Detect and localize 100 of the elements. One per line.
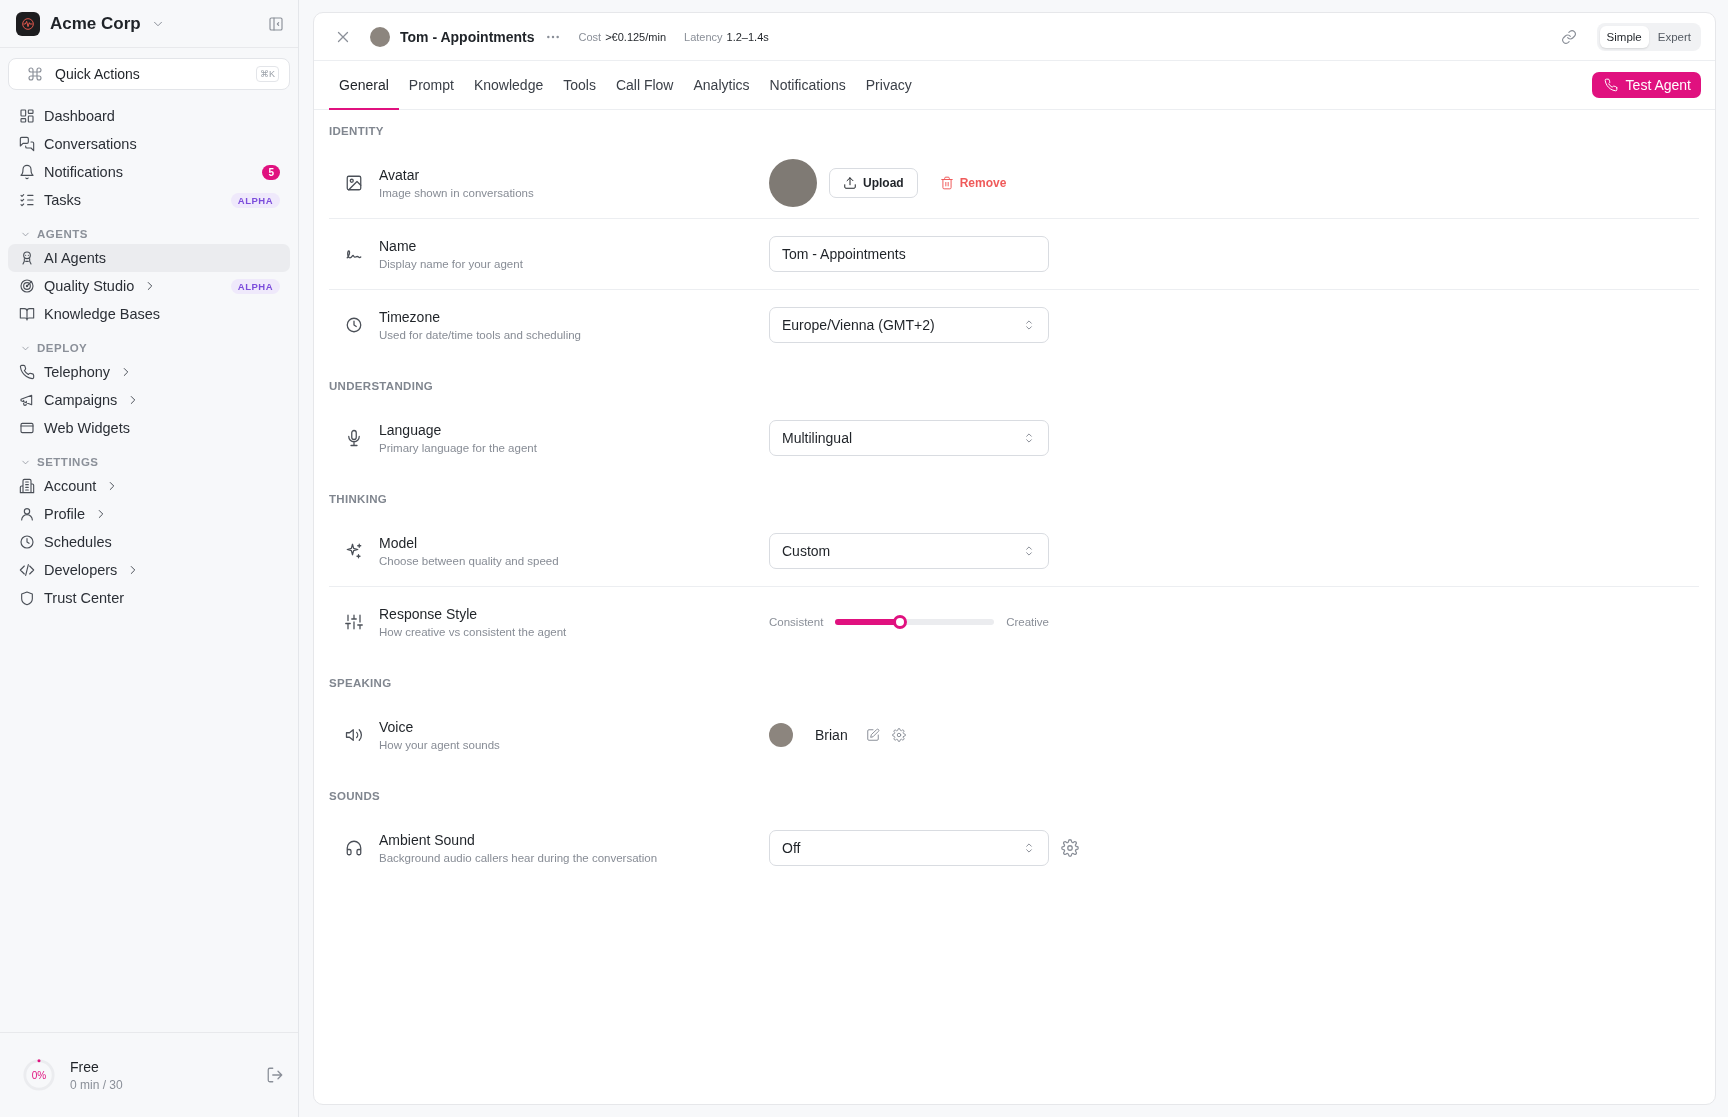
select-field[interactable]: Europe/Vienna (GMT+2)	[769, 307, 1049, 343]
badge: ALPHA	[230, 192, 280, 208]
field-description: Used for date/time tools and scheduling	[379, 329, 581, 341]
field-label: Voice	[379, 719, 415, 735]
keyboard-shortcut: ⌘K	[256, 66, 279, 82]
latency-value: 1.2–1.4s	[726, 30, 769, 43]
latency-label: Latency	[684, 30, 723, 43]
edit-icon[interactable]	[865, 728, 880, 742]
tab[interactable]: Analytics	[683, 61, 760, 110]
chat-bubbles-icon	[19, 136, 35, 152]
sidebar-toggle-icon[interactable]	[268, 15, 284, 32]
nav-item[interactable]: Profile	[8, 500, 290, 528]
nav-item[interactable]: Notifications 5	[8, 158, 290, 186]
mode-option[interactable]: Simple	[1599, 25, 1649, 48]
field-description: Image shown in conversations	[379, 187, 534, 199]
section-heading: IDENTITY	[329, 124, 385, 139]
test-agent-button[interactable]: Test Agent	[1591, 72, 1701, 98]
field-label: Avatar	[379, 167, 421, 183]
link-icon[interactable]	[1560, 28, 1577, 45]
nav-item[interactable]: Dashboard	[8, 102, 290, 130]
checklist-icon	[19, 192, 35, 208]
image-icon	[345, 174, 363, 192]
quick-actions-button[interactable]: Quick Actions ⌘K	[8, 58, 290, 90]
avatar-photo-placeholder	[769, 723, 793, 747]
name-input[interactable]: Tom - Appointments	[769, 236, 1049, 272]
section-heading: SOUNDS	[329, 789, 381, 804]
nav-item[interactable]: Conversations	[8, 130, 290, 158]
select-field[interactable]: Off	[769, 830, 1049, 866]
tab[interactable]: Tools	[553, 61, 606, 110]
nav-item[interactable]: Campaigns	[8, 386, 290, 414]
clock-icon	[19, 534, 35, 550]
field-label: Response Style	[379, 606, 479, 622]
upload-icon	[843, 176, 857, 190]
field-label: Language	[379, 422, 443, 438]
tab[interactable]: Knowledge	[463, 61, 554, 110]
cost-label: Cost	[578, 30, 602, 43]
select-field[interactable]: Custom	[769, 533, 1049, 569]
shield-icon	[19, 590, 35, 606]
agent-title: Tom - Appointments	[400, 28, 535, 45]
nav-item[interactable]: Trust Center	[8, 584, 290, 612]
mode-option[interactable]: Expert	[1650, 25, 1698, 48]
microphone-icon	[345, 429, 363, 447]
avatar-photo-placeholder	[370, 26, 390, 47]
phone-icon	[1603, 78, 1618, 92]
speaker-icon	[345, 726, 363, 744]
book-icon	[19, 306, 35, 322]
logout-icon[interactable]	[266, 1066, 284, 1084]
person-icon	[19, 506, 35, 522]
slider-min-label: Consistent	[769, 616, 824, 628]
usage-percent: 0%	[30, 1068, 48, 1083]
badge: ALPHA	[230, 278, 280, 294]
settings-icon[interactable]	[891, 728, 906, 742]
field-description: Display name for your agent	[379, 258, 523, 270]
nav-item[interactable]: AI Agents	[8, 244, 290, 272]
voice-name: Brian	[815, 727, 848, 743]
nav-item[interactable]: Account	[8, 472, 290, 500]
code-icon	[19, 562, 35, 578]
tab[interactable]: Notifications	[759, 61, 856, 110]
avatar-photo-placeholder	[769, 159, 817, 207]
section-heading: THINKING	[329, 492, 388, 507]
settings-icon[interactable]	[1061, 839, 1079, 857]
sparkles-icon	[345, 542, 363, 560]
window-icon	[19, 420, 35, 436]
badge: 5	[262, 164, 280, 180]
building-icon	[19, 478, 35, 494]
field-description: How your agent sounds	[379, 739, 500, 751]
nav-item[interactable]: Developers	[8, 556, 290, 584]
select-field[interactable]: Multilingual	[769, 420, 1049, 456]
plan-name: Free	[70, 1058, 100, 1075]
megaphone-icon	[19, 392, 35, 408]
sliders-icon	[345, 613, 363, 631]
tab[interactable]: Prompt	[398, 61, 464, 110]
tab[interactable]: General	[329, 61, 399, 110]
field-description: Choose between quality and speed	[379, 555, 559, 567]
field-label: Timezone	[379, 309, 441, 325]
tab[interactable]: Privacy	[855, 61, 922, 110]
logo-icon	[16, 11, 40, 36]
bell-icon	[19, 164, 35, 180]
headphones-icon	[345, 839, 363, 857]
clock-icon	[345, 316, 363, 334]
tab[interactable]: Call Flow	[605, 61, 684, 110]
org-name[interactable]: Acme Corp	[50, 13, 141, 34]
slider-max-label: Creative	[1006, 616, 1049, 628]
cost-value: >€0.125/min	[605, 30, 667, 43]
slider-thumb[interactable]	[893, 615, 908, 629]
nav-item[interactable]: Knowledge Bases	[8, 300, 290, 328]
field-description: Primary language for the agent	[379, 442, 537, 454]
section-heading: SPEAKING	[329, 676, 393, 691]
quick-actions-label: Quick Actions	[55, 66, 141, 82]
upload-button[interactable]: Upload	[829, 168, 918, 198]
field-description: Background audio callers hear during the conversation	[379, 852, 658, 864]
nav-item[interactable]: Telephony	[8, 358, 290, 386]
nav-item[interactable]: Schedules	[8, 528, 290, 556]
nav-item[interactable]: Quality Studio ALPHA	[8, 272, 290, 300]
plan-usage: 0 min / 30	[70, 1077, 123, 1092]
nav-item[interactable]: Web Widgets	[8, 414, 290, 442]
field-label: Name	[379, 238, 418, 254]
grid-icon	[19, 108, 35, 124]
nav-item[interactable]: Tasks ALPHA	[8, 186, 290, 214]
target-icon	[19, 278, 35, 294]
